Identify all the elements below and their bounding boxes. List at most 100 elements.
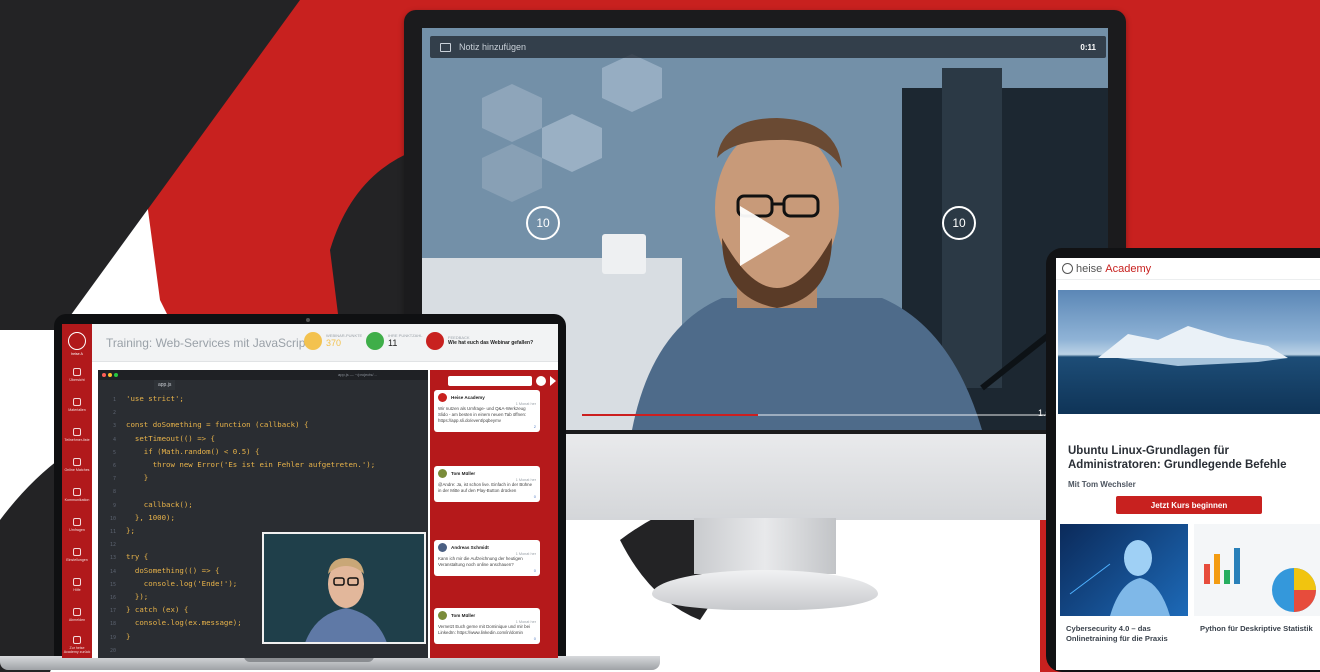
line-number: 3 bbox=[112, 423, 116, 430]
code-line: 14 doSomething(() => { bbox=[98, 566, 219, 578]
course-card-title[interactable]: Python für Deskriptive Statistik bbox=[1200, 624, 1318, 634]
line-number: 18 bbox=[109, 621, 116, 628]
code-text: } bbox=[126, 473, 149, 483]
presenter-webcam bbox=[262, 532, 426, 644]
sidebar-item-compass[interactable]: Übersicht bbox=[62, 360, 92, 390]
webinar-points-badge: WEBINAR-PUNKTE 370 bbox=[304, 332, 362, 350]
note-icon bbox=[440, 42, 451, 52]
line-number: 6 bbox=[112, 463, 116, 469]
sidebar-item-poll[interactable]: Umfragen bbox=[62, 510, 92, 540]
minimize-window-icon[interactable] bbox=[108, 373, 112, 377]
play-button[interactable] bbox=[738, 204, 792, 268]
sidebar-item-connect[interactable]: Online Matches bbox=[62, 450, 92, 480]
code-line: 6 throw new Error('Es ist ein Fehler auf… bbox=[98, 460, 375, 472]
close-window-icon[interactable] bbox=[102, 373, 106, 377]
code-text: }; bbox=[126, 526, 135, 535]
chat-author: Tom Müller bbox=[451, 613, 476, 618]
sidebar-item-people[interactable]: Teilnehmer-liste bbox=[62, 420, 92, 450]
folder-icon bbox=[73, 398, 81, 406]
code-line: 8 bbox=[98, 486, 126, 498]
rewind-10-button[interactable]: 10 bbox=[526, 206, 560, 240]
add-note-label: Notiz hinzufügen bbox=[459, 42, 527, 52]
brand-name: heise bbox=[1076, 262, 1103, 275]
sidebar-item-folder[interactable]: Materialien bbox=[62, 390, 92, 420]
course-card-image-python[interactable] bbox=[1194, 524, 1320, 616]
tablet: heise Academy Ubuntu Linux-Grundlagen fü… bbox=[1046, 248, 1320, 672]
add-note-bar[interactable]: Notiz hinzufügen 0:11 bbox=[430, 36, 1106, 58]
sidebar-item-help[interactable]: Hilfe bbox=[62, 570, 92, 600]
sidebar-item-chat[interactable]: Kommunikation bbox=[62, 480, 92, 510]
sidebar-item-back[interactable]: Zur heise Academy zurück bbox=[62, 630, 92, 658]
app-sidebar: heise A Übersicht Materialien Teilnehmer-l… bbox=[62, 324, 92, 658]
course-title[interactable]: Ubuntu Linux-Grundlagen für Administrato… bbox=[1068, 444, 1318, 473]
chat-message[interactable]: Tom Müller 1 Monat her Vernetzt Euch gerne… bbox=[434, 608, 540, 644]
avatar bbox=[438, 611, 447, 620]
webinar-app: heise A Übersicht Materialien Teilnehmer-l… bbox=[62, 324, 558, 658]
line-number: 11 bbox=[109, 529, 116, 535]
feedback-badge[interactable]: FEEDBACK Wie hat euch das Webinar gefalle… bbox=[426, 332, 533, 350]
forward-10-button[interactable]: 10 bbox=[942, 206, 976, 240]
course-card-image-cybersecurity[interactable] bbox=[1060, 524, 1188, 616]
code-text: if (Math.random() < 0.5) { bbox=[126, 446, 260, 456]
code-line: 5 if (Math.random() < 0.5) { bbox=[98, 447, 260, 459]
code-line: 18 console.log(ex.message); bbox=[98, 618, 242, 630]
logout-icon bbox=[73, 608, 81, 616]
line-number: 5 bbox=[112, 449, 116, 456]
sidebar-item-label: Kommunikation bbox=[64, 498, 90, 502]
code-text: }); bbox=[126, 592, 149, 601]
avatar bbox=[438, 393, 447, 402]
sidebar-item-logout[interactable]: Abmelden bbox=[62, 600, 92, 630]
like-count[interactable]: 0 bbox=[438, 494, 536, 499]
score-badge: IHRE PUNKTZAHL 11 bbox=[366, 332, 422, 350]
robot-image bbox=[1069, 540, 1170, 616]
code-line: 3 const doSomething = function (callback)… bbox=[98, 420, 308, 432]
chat-text: @Andre: Ja, ist schon live. Einfach in d… bbox=[438, 482, 533, 493]
chat-message[interactable]: Tom Müller 1 Monat her @Andre: Ja, ist sch… bbox=[434, 466, 540, 502]
sidebar-item-label: Einstellungen bbox=[66, 558, 88, 562]
code-text: 'use strict'; bbox=[126, 394, 184, 403]
course-card-title[interactable]: Cybersecurity 4.0 – das Onlinetraining f… bbox=[1066, 624, 1184, 644]
brand-accent: Academy bbox=[1105, 262, 1152, 275]
sidebar-item-label: Materialien bbox=[68, 408, 86, 412]
video-progress-bar[interactable] bbox=[582, 414, 1070, 416]
code-text: callback(); bbox=[126, 499, 193, 509]
code-line: 1 'use strict'; bbox=[98, 394, 184, 406]
course-author: Mit Tom Wechsler bbox=[1068, 480, 1136, 489]
monitor-stand-foot bbox=[652, 570, 878, 610]
code-line: 10 }, 1000); bbox=[98, 513, 175, 525]
heise-logo-icon[interactable] bbox=[68, 332, 86, 350]
course-hero-image[interactable] bbox=[1058, 290, 1320, 414]
like-count[interactable]: 0 bbox=[438, 636, 536, 641]
chat-message-header: Andreas Schmidt bbox=[438, 543, 536, 552]
line-number: 16 bbox=[109, 595, 116, 601]
start-course-button[interactable]: Jetzt Kurs beginnen bbox=[1116, 496, 1262, 514]
chat-message-header: Tom Müller bbox=[438, 469, 536, 478]
chat-search-input[interactable] bbox=[448, 376, 532, 386]
chat-message[interactable]: Heise Academy 1 Monat her Wir nutzen als U… bbox=[434, 390, 540, 432]
editor-titlebar: app.js — ~/projects/... bbox=[98, 370, 428, 380]
editor-tab[interactable]: app.js bbox=[154, 380, 176, 390]
sidebar-item-label: Umfragen bbox=[69, 528, 85, 532]
line-number: 4 bbox=[112, 436, 116, 443]
badge-value: 370 bbox=[326, 337, 342, 348]
chat-author: Heise Academy bbox=[451, 395, 485, 400]
badge-value: 11 bbox=[388, 337, 398, 348]
tablet-header: heise Academy bbox=[1056, 258, 1320, 280]
code-line: 13 try { bbox=[98, 552, 148, 564]
maximize-window-icon[interactable] bbox=[114, 373, 118, 377]
code-line: 7 } bbox=[98, 473, 148, 485]
chat-panel: Heise Academy 1 Monat her Wir nutzen als U… bbox=[430, 370, 558, 658]
sidebar-logo-label: heise A bbox=[71, 352, 83, 356]
code-line: 12 bbox=[98, 539, 126, 551]
sidebar-item-settings[interactable]: Einstellungen bbox=[62, 540, 92, 570]
chat-message[interactable]: Andreas Schmidt 1 Monat her Kann ich mir d… bbox=[434, 540, 540, 576]
play-icon bbox=[740, 206, 790, 266]
coin-icon bbox=[304, 332, 322, 350]
line-number: 2 bbox=[112, 410, 116, 417]
sidebar-item-label: Online Matches bbox=[64, 468, 90, 472]
send-icon[interactable] bbox=[550, 376, 556, 386]
like-count[interactable]: 2 bbox=[438, 424, 536, 429]
emoji-icon[interactable] bbox=[536, 376, 546, 386]
heise-logo-icon[interactable] bbox=[1062, 263, 1073, 274]
like-count[interactable]: 0 bbox=[438, 568, 536, 573]
